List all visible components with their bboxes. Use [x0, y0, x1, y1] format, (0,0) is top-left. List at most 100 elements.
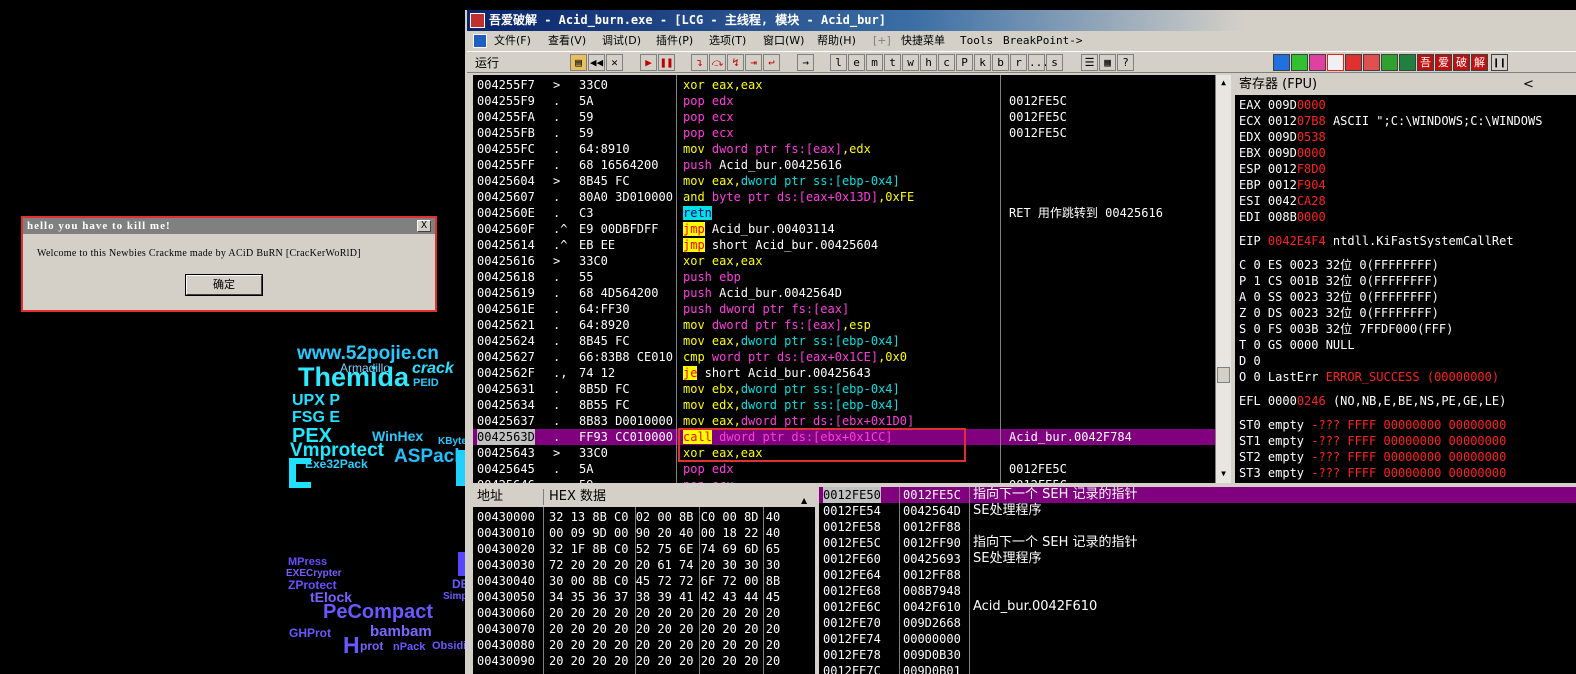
jie-icon[interactable]: 解: [1471, 54, 1488, 71]
fpu-row[interactable]: ST2 empty -??? FFFF 00000000 00000000: [1239, 449, 1506, 465]
stack-row[interactable]: 0012FE54 0042564D SE处理程序: [819, 503, 1576, 519]
help-icon[interactable]: ?: [1117, 54, 1134, 71]
menu-shortcuts[interactable]: 快捷菜单: [901, 31, 945, 51]
segment-row[interactable]: C 0 ES 0023 32位 0(FFFFFFFF): [1239, 257, 1439, 273]
hex-dump-pane[interactable]: 地址 HEX 数据 ▲ 00430000 32 13 8B C0 02 00 8B…: [473, 487, 815, 674]
plugin-icon[interactable]: [1363, 54, 1380, 71]
menu-expand[interactable]: [+]: [873, 31, 891, 51]
plugin-icon[interactable]: [1273, 54, 1290, 71]
goto-icon[interactable]: →: [797, 54, 814, 71]
fpu-row[interactable]: ST1 empty -??? FFFF 00000000 00000000: [1239, 433, 1506, 449]
segment-row[interactable]: T 0 GS 0000 NULL: [1239, 337, 1355, 353]
step-over-icon[interactable]: ⤼: [709, 54, 726, 71]
disasm-row[interactable]: 004255FA. 59 pop ecx 0012FE5C: [473, 109, 1215, 125]
disasm-row[interactable]: 004255F9. 5A pop edx 0012FE5C: [473, 93, 1215, 109]
run-icon[interactable]: ▶: [640, 54, 657, 71]
register-row[interactable]: EAX 009D0000: [1239, 97, 1326, 113]
menu-options[interactable]: 选项(T): [709, 31, 746, 51]
menu-app-icon[interactable]: [473, 34, 487, 48]
toolbar-w[interactable]: w: [902, 54, 919, 71]
toolbar-r[interactable]: r: [1010, 54, 1027, 71]
execute-till-return-icon[interactable]: ↩: [763, 54, 780, 71]
register-row[interactable]: ECX 001207B8 ASCII ";C:\WINDOWS;C:\WINDO…: [1239, 113, 1542, 129]
segment-row[interactable]: P 1 CS 001B 32位 0(FFFFFFFF): [1239, 273, 1439, 289]
disasm-row[interactable]: 00425631. 8B5D FC mov ebx,dword ptr ss:[eb…: [473, 381, 1215, 397]
ai-icon[interactable]: 爱: [1435, 54, 1452, 71]
disasm-row[interactable]: 00425627. 66:83B8 CE010 cmp word ptr ds:[e…: [473, 349, 1215, 365]
disasm-row[interactable]: 00425645. 5A pop edx 0012FE5C: [473, 461, 1215, 477]
segment-row[interactable]: D 0: [1239, 353, 1261, 369]
segment-row[interactable]: A 0 SS 0023 32位 0(FFFFFFFF): [1239, 289, 1439, 305]
disasm-row[interactable]: 0042561E. 64:FF30 push dword ptr fs:[eax]: [473, 301, 1215, 317]
disasm-scrollbar[interactable]: ▲ ▼: [1215, 75, 1231, 483]
toolbar-h[interactable]: h: [920, 54, 937, 71]
open-icon[interactable]: ▤: [570, 54, 587, 71]
toolbar-k[interactable]: k: [974, 54, 991, 71]
plugin-icon[interactable]: [1381, 54, 1398, 71]
stack-row[interactable]: 0012FE5C 0012FF90 指向下一个 SEH 记录的指针: [819, 535, 1576, 551]
disasm-row[interactable]: 004255FB. 59 pop ecx 0012FE5C: [473, 125, 1215, 141]
plugin-icon[interactable]: [1327, 54, 1344, 71]
disasm-row[interactable]: 00425619. 68 4D564200 push Acid_bur.004256…: [473, 285, 1215, 301]
pause-icon[interactable]: ❚❚: [658, 54, 675, 71]
stack-row[interactable]: 0012FE50 0012FE5C 指向下一个 SEH 记录的指针: [819, 487, 1576, 503]
lasterr-row[interactable]: O 0 LastErr ERROR_SUCCESS (00000000): [1239, 369, 1499, 385]
disasm-row[interactable]: 00425614 .^ EB EE jmp short Acid_bur.004256…: [473, 237, 1215, 253]
plugin-icon[interactable]: [1345, 54, 1362, 71]
toolbar-l[interactable]: l: [830, 54, 847, 71]
disasm-row[interactable]: 00425634. 8B55 FC mov edx,dword ptr ss:[eb…: [473, 397, 1215, 413]
toolbar-b[interactable]: b: [992, 54, 1009, 71]
pin-icon[interactable]: ❙❙: [1491, 54, 1508, 71]
segment-row[interactable]: S 0 FS 003B 32位 7FFDF000(FFF): [1239, 321, 1453, 337]
stack-row[interactable]: 0012FE64 0012FF88: [819, 567, 1576, 583]
scroll-down-arrow[interactable]: ▼: [1217, 467, 1230, 480]
register-row[interactable]: ESP 0012F8D0: [1239, 161, 1326, 177]
stack-row[interactable]: 0012FE7C 009D0B01: [819, 663, 1576, 674]
plugin-icon[interactable]: [1291, 54, 1308, 71]
disasm-row[interactable]: 0042562F., 74 12 je short Acid_bur.0042564…: [473, 365, 1215, 381]
disasm-row[interactable]: 00425646. 59 pop ecx 0012FE5C: [473, 477, 1215, 483]
stack-row[interactable]: 0012FE58 0012FF88: [819, 519, 1576, 535]
register-row[interactable]: EDI 008B0000: [1239, 209, 1326, 225]
disasm-row[interactable]: 004255FF. 68 16564200 push Acid_bur.004256…: [473, 157, 1215, 173]
column-address[interactable]: 地址: [477, 487, 503, 507]
menu-breakpoint[interactable]: BreakPoint->: [1003, 31, 1082, 51]
wuai-icon[interactable]: 吾: [1417, 54, 1434, 71]
grid-icon[interactable]: ▦: [1099, 54, 1116, 71]
disasm-row[interactable]: 00425637. 8B83 D0010000 mov eax,dword ptr …: [473, 413, 1215, 429]
dialog-ok-button[interactable]: 确定: [185, 274, 263, 296]
disassembly-pane[interactable]: 004255F7 >33C0 xor eax,eax 004255F9. 5A pop e…: [473, 75, 1215, 483]
segment-row[interactable]: Z 0 DS 0023 32位 0(FFFFFFFF): [1239, 305, 1439, 321]
toolbar-dots[interactable]: ...: [1028, 54, 1049, 71]
toolbar-s[interactable]: s: [1046, 54, 1063, 71]
column-hex[interactable]: HEX 数据: [549, 487, 606, 507]
fpu-row[interactable]: ST3 empty -??? FFFF 00000000 00000000: [1239, 465, 1506, 481]
fpu-row[interactable]: ST0 empty -??? FFFF 00000000 00000000: [1239, 417, 1506, 433]
register-row[interactable]: ESI 0042CA28: [1239, 193, 1326, 209]
close-icon[interactable]: ✕: [606, 54, 623, 71]
toolbar-c[interactable]: c: [938, 54, 955, 71]
stack-row[interactable]: 0012FE74 00000000: [819, 631, 1576, 647]
plugin-icon[interactable]: [1309, 54, 1326, 71]
menu-tools[interactable]: Tools: [960, 31, 993, 51]
disasm-row[interactable]: 004255F7 >33C0 xor eax,eax: [473, 77, 1215, 93]
toolbar-e[interactable]: e: [848, 54, 865, 71]
animate-over-icon[interactable]: ⇥: [745, 54, 762, 71]
disasm-row[interactable]: 0042560E. C3 retn RET 用作跳转到 00425616: [473, 205, 1215, 221]
fpu-row[interactable]: ST4 empty -??? FFFF 00000000 00000000: [1239, 481, 1506, 483]
menu-file[interactable]: 文件(F): [494, 31, 531, 51]
menu-view[interactable]: 查看(V): [548, 31, 586, 51]
registers-collapse-button[interactable]: <: [1523, 75, 1534, 95]
plugin-icon[interactable]: [1399, 54, 1416, 71]
register-row[interactable]: EBX 009D0000: [1239, 145, 1326, 161]
disasm-row[interactable]: 00425607. 80A0 3D010000 and byte ptr ds:[e…: [473, 189, 1215, 205]
disasm-row[interactable]: 0042560F .^ E9 00DBFDFF jmp Acid_bur.004031…: [473, 221, 1215, 237]
stack-pane[interactable]: 0012FE50 0012FE5C 指向下一个 SEH 记录的指针 0012FE54 0…: [819, 487, 1576, 674]
scroll-up-arrow[interactable]: ▲: [1217, 76, 1230, 89]
disasm-row[interactable]: 00425624. 8B45 FC mov eax,dword ptr ss:[eb…: [473, 333, 1215, 349]
registers-pane[interactable]: 寄存器 (FPU) < EAX 009D0000 ECX 001207B8 ASC…: [1235, 75, 1576, 483]
menu-window[interactable]: 窗口(W): [763, 31, 804, 51]
toolbar-t[interactable]: t: [884, 54, 901, 71]
disasm-row[interactable]: 00425616 >33C0 xor eax,eax: [473, 253, 1215, 269]
animate-into-icon[interactable]: ↯: [727, 54, 744, 71]
